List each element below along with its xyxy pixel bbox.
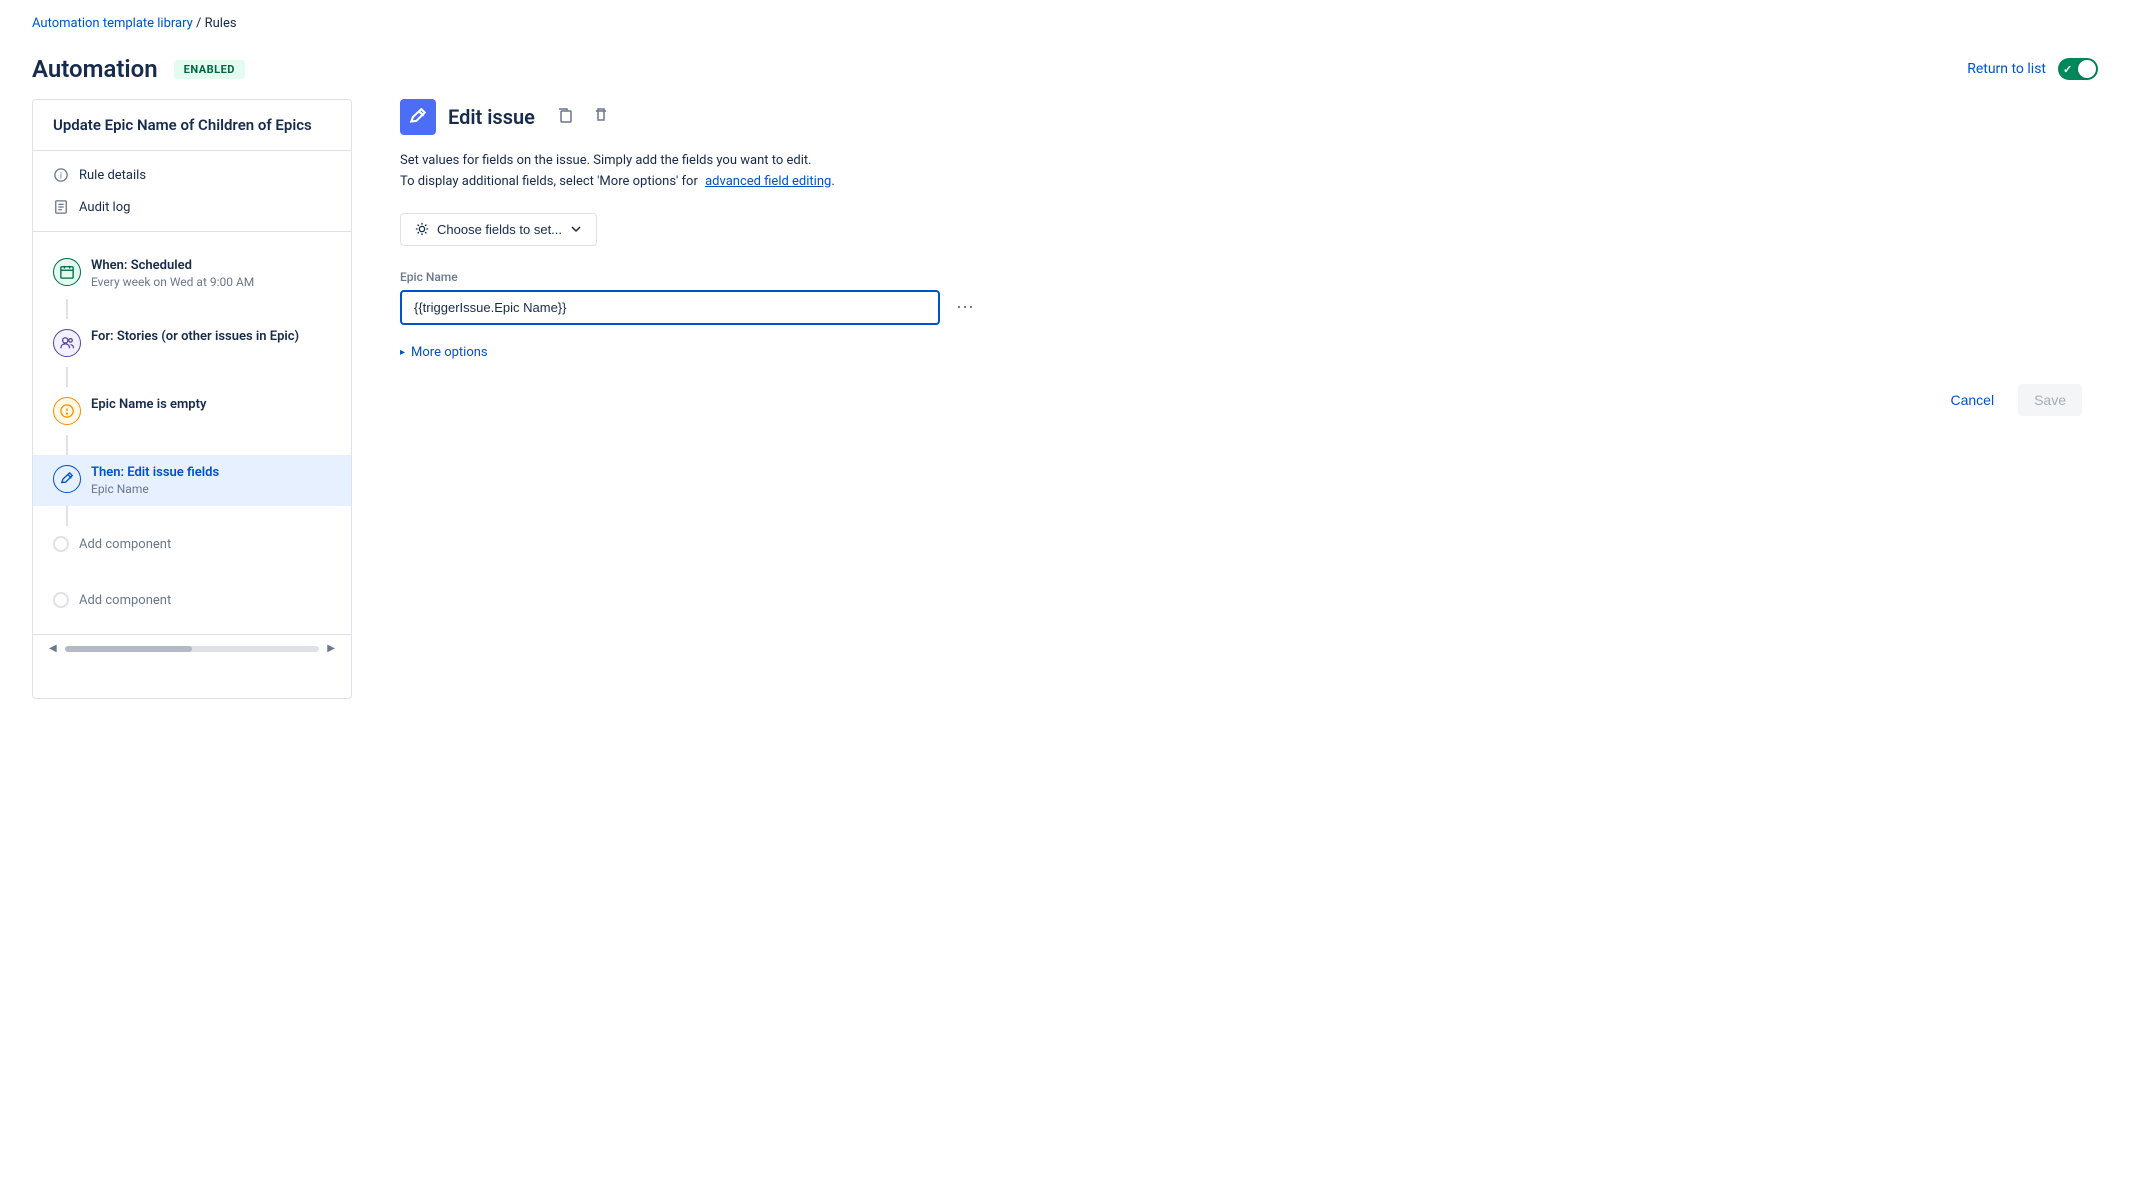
choose-fields-label: Choose fields to set...: [437, 222, 562, 237]
epic-name-input[interactable]: [400, 290, 940, 325]
rule-connector-2: [66, 367, 68, 387]
breadcrumb: Automation template library / Rules: [0, 0, 2130, 47]
rule-list: When: Scheduled Every week on Wed at 9:0…: [33, 232, 351, 634]
sidebar-item-audit-log[interactable]: Audit log: [33, 191, 351, 223]
header-right: Return to list ✓: [1967, 58, 2098, 80]
add-component-2[interactable]: Add component: [33, 582, 351, 618]
advanced-field-link[interactable]: advanced field editing: [705, 174, 831, 189]
add-component-2-label: Add component: [79, 593, 171, 608]
rule-item-for-title: For: Stories (or other issues in Epic): [91, 329, 331, 344]
main-content: Update Epic Name of Children of Epics i …: [0, 99, 2130, 1166]
page-title-area: Automation ENABLED: [32, 55, 245, 83]
rule-item-action-subtitle: Epic Name: [91, 482, 331, 496]
rule-item-scheduled-content: When: Scheduled Every week on Wed at 9:0…: [91, 258, 331, 289]
epic-name-field-row: ⋯: [400, 290, 2082, 325]
spacer: [33, 562, 351, 582]
rule-item-scheduled-subtitle: Every week on Wed at 9:00 AM: [91, 275, 331, 289]
rule-item-for[interactable]: For: Stories (or other issues in Epic): [33, 319, 351, 367]
people-icon: [53, 329, 81, 357]
page-title: Automation: [32, 55, 158, 83]
rule-item-action[interactable]: Then: Edit issue fields Epic Name: [33, 455, 351, 506]
sidebar-item-rule-details[interactable]: i Rule details: [33, 159, 351, 191]
info-icon: i: [53, 167, 69, 183]
rule-item-scheduled[interactable]: When: Scheduled Every week on Wed at 9:0…: [33, 248, 351, 299]
more-dots-icon: ⋯: [956, 297, 974, 318]
add-component-circle-1: [53, 536, 69, 552]
audit-icon: [53, 199, 69, 215]
action-buttons: Cancel Save: [400, 384, 2082, 416]
return-to-list-label: Return to list: [1967, 61, 2046, 77]
edit-issue-icon: [400, 99, 436, 135]
edit-issue-title: Edit issue: [448, 105, 535, 129]
save-button[interactable]: Save: [2018, 384, 2082, 416]
breadcrumb-current: Rules: [205, 16, 237, 31]
toggle-check-icon: ✓: [2063, 63, 2072, 76]
sidebar-rule-name: Update Epic Name of Children of Epics: [33, 100, 351, 151]
rule-item-condition-title: Epic Name is empty: [91, 397, 331, 412]
description-line1: Set values for fields on the issue. Simp…: [400, 151, 2082, 172]
scrollbar-track[interactable]: [65, 646, 320, 652]
more-options-toggle[interactable]: ▸ More options: [400, 345, 2082, 360]
add-component-1-label: Add component: [79, 537, 171, 552]
add-component-1[interactable]: Add component: [33, 526, 351, 562]
rule-connector-1: [66, 299, 68, 319]
sidebar-nav: i Rule details Audit log: [33, 151, 351, 232]
rule-item-for-header: For: Stories (or other issues in Epic): [53, 329, 331, 357]
rule-item-condition-header: Epic Name is empty: [53, 397, 331, 425]
scroll-right-arrow[interactable]: ▶: [327, 643, 335, 654]
description-line2-text: To display additional fields, select 'Mo…: [400, 174, 698, 189]
rule-item-action-header: Then: Edit issue fields Epic Name: [53, 465, 331, 496]
edit-issue-header: Edit issue: [400, 99, 2082, 135]
cancel-button[interactable]: Cancel: [1934, 384, 2010, 416]
enabled-badge: ENABLED: [174, 60, 245, 79]
scroll-left-arrow[interactable]: ◀: [49, 643, 57, 654]
more-options-chevron-icon: ▸: [400, 347, 405, 358]
sidebar: Update Epic Name of Children of Epics i …: [32, 99, 352, 699]
more-options-label: More options: [411, 345, 488, 360]
rule-item-scheduled-title: When: Scheduled: [91, 258, 331, 273]
breadcrumb-separator: /: [193, 16, 205, 31]
choose-fields-button[interactable]: Choose fields to set...: [400, 213, 597, 246]
calendar-icon: [53, 258, 81, 286]
gear-icon: [415, 222, 429, 236]
sidebar-nav-audit-log-label: Audit log: [79, 200, 130, 215]
condition-icon: [53, 397, 81, 425]
page-header: Automation ENABLED Return to list ✓: [0, 47, 2130, 99]
return-to-list-link[interactable]: Return to list: [1967, 61, 2046, 77]
description-line2: To display additional fields, select 'Mo…: [400, 172, 2082, 193]
rule-connector-3: [66, 435, 68, 455]
epic-name-field-section: Epic Name ⋯: [400, 270, 2082, 325]
edit-issue-description: Set values for fields on the issue. Simp…: [400, 151, 2082, 193]
rule-item-condition-content: Epic Name is empty: [91, 397, 331, 412]
svg-text:i: i: [60, 172, 62, 182]
rule-item-scheduled-header: When: Scheduled Every week on Wed at 9:0…: [53, 258, 331, 289]
rule-item-condition[interactable]: Epic Name is empty: [33, 387, 351, 435]
sidebar-nav-rule-details-label: Rule details: [79, 168, 146, 183]
rule-item-action-title: Then: Edit issue fields: [91, 465, 331, 480]
sidebar-scrollbar: ◀ ▶: [33, 634, 351, 662]
breadcrumb-library-link[interactable]: Automation template library: [32, 16, 193, 31]
enabled-toggle[interactable]: ✓: [2058, 58, 2098, 80]
pencil-icon: [53, 465, 81, 493]
add-component-circle-2: [53, 592, 69, 608]
delete-button[interactable]: [587, 105, 615, 130]
header-actions: [551, 105, 615, 130]
chevron-down-icon: [570, 223, 582, 235]
right-panel: Edit issue Set values for fields on the …: [384, 99, 2098, 1166]
toggle-knob: [2078, 60, 2096, 78]
scrollbar-thumb: [65, 646, 192, 652]
copy-button[interactable]: [551, 105, 579, 130]
epic-name-more-button[interactable]: ⋯: [948, 293, 982, 322]
rule-connector-4: [66, 506, 68, 526]
rule-item-action-content: Then: Edit issue fields Epic Name: [91, 465, 331, 496]
epic-name-label: Epic Name: [400, 270, 2082, 284]
rule-item-for-content: For: Stories (or other issues in Epic): [91, 329, 331, 344]
